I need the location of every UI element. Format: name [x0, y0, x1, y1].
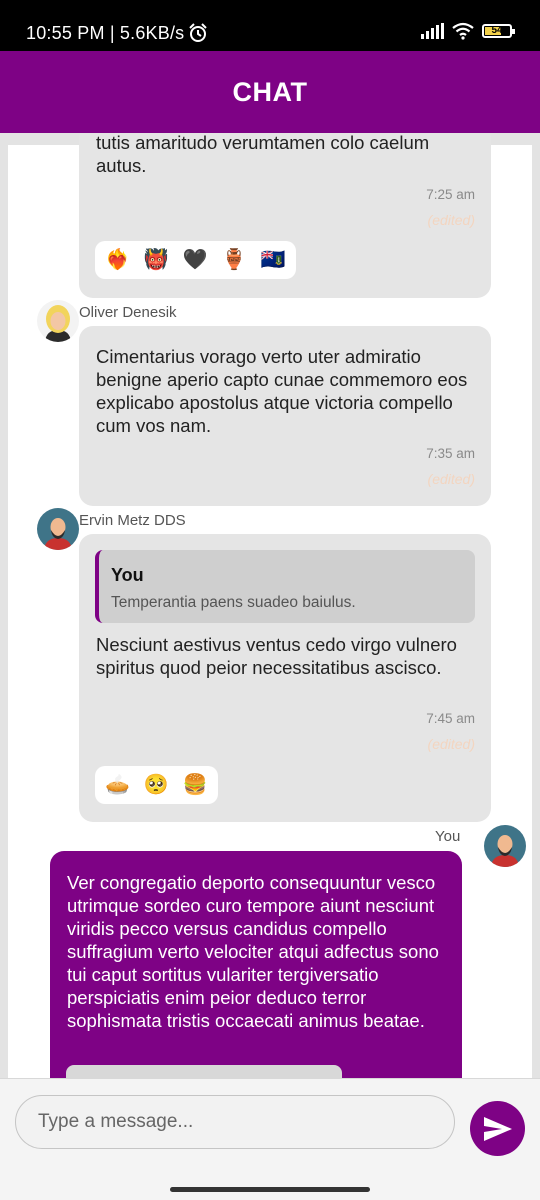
- sender-name: You: [435, 828, 461, 845]
- app-bar: CHAT: [0, 51, 540, 133]
- user-avatar-icon: [45, 305, 71, 342]
- status-icons: 54: [421, 22, 515, 40]
- edited-label: (edited): [427, 736, 475, 752]
- message-input[interactable]: [15, 1095, 455, 1149]
- reply-quote[interactable]: You Temperantia paens suadeo baiulus.: [95, 550, 475, 623]
- own-message-bubble[interactable]: Ver congregatio deporto consequuntur ves…: [50, 851, 462, 1078]
- message-time: 7:25 am: [426, 187, 475, 202]
- avatar[interactable]: [37, 300, 79, 342]
- sender-name: Oliver Denesik: [79, 304, 177, 321]
- message-text: Cimentarius vorago verto uter admiratio …: [96, 346, 468, 436]
- reactions-bar: ❤️‍🔥 👹 🖤 🏺 🇻🇬: [95, 241, 296, 279]
- user-avatar-icon: [491, 835, 519, 867]
- message-text: Nesciunt aestivus ventus cedo virgo vuln…: [96, 634, 457, 678]
- reaction-emoji[interactable]: 🇻🇬: [261, 250, 286, 270]
- reply-preview: [66, 1065, 342, 1078]
- battery-icon: 54: [482, 24, 515, 38]
- message-time: 7:35 am: [426, 446, 475, 461]
- home-indicator[interactable]: [170, 1187, 370, 1192]
- message-bubble[interactable]: tutis amaritudo verumtamen colo caelum a…: [79, 133, 491, 298]
- message-text: Ver congregatio deporto consequuntur ves…: [67, 872, 439, 1031]
- reactions-bar: 🥧 🥺 🍔: [95, 766, 218, 804]
- edited-label: (edited): [427, 212, 475, 228]
- message-bubble[interactable]: You Temperantia paens suadeo baiulus. Ne…: [79, 534, 491, 822]
- send-icon: [483, 1116, 512, 1141]
- signal-icon: [421, 23, 444, 39]
- reaction-emoji[interactable]: ❤️‍🔥: [105, 250, 130, 270]
- composer-bar: [0, 1078, 540, 1200]
- send-button[interactable]: [470, 1101, 525, 1156]
- alarm-icon: [189, 23, 207, 42]
- reaction-emoji[interactable]: 👹: [144, 250, 169, 270]
- reaction-emoji[interactable]: 🥧: [105, 775, 130, 795]
- battery-level: 54: [491, 25, 503, 36]
- reaction-emoji[interactable]: 🍔: [183, 775, 208, 795]
- sender-name: Ervin Metz DDS: [79, 512, 186, 529]
- reaction-emoji[interactable]: 🏺: [222, 250, 247, 270]
- avatar[interactable]: [37, 508, 79, 550]
- reaction-emoji[interactable]: 🥺: [144, 775, 169, 795]
- user-avatar-icon: [44, 518, 72, 550]
- avatar[interactable]: [484, 825, 526, 867]
- message-list: tutis amaritudo verumtamen colo caelum a…: [8, 133, 532, 1078]
- message-text: tutis amaritudo verumtamen colo caelum a…: [96, 133, 430, 176]
- status-bar: 10:55 PM | 5.6KB/s 54: [0, 0, 540, 51]
- reply-quote-name: You: [111, 565, 144, 585]
- edited-label: (edited): [427, 471, 475, 487]
- page-title: CHAT: [232, 76, 308, 107]
- reaction-emoji[interactable]: 🖤: [183, 250, 208, 270]
- message-bubble[interactable]: Cimentarius vorago verto uter admiratio …: [79, 326, 491, 506]
- message-time: 7:45 am: [426, 711, 475, 726]
- status-time: 10:55 PM | 5.6KB/s: [26, 23, 185, 43]
- wifi-icon: [452, 22, 474, 40]
- chat-scroll-area[interactable]: tutis amaritudo verumtamen colo caelum a…: [0, 133, 540, 1078]
- reply-quote-text: Temperantia paens suadeo baiulus.: [111, 594, 356, 611]
